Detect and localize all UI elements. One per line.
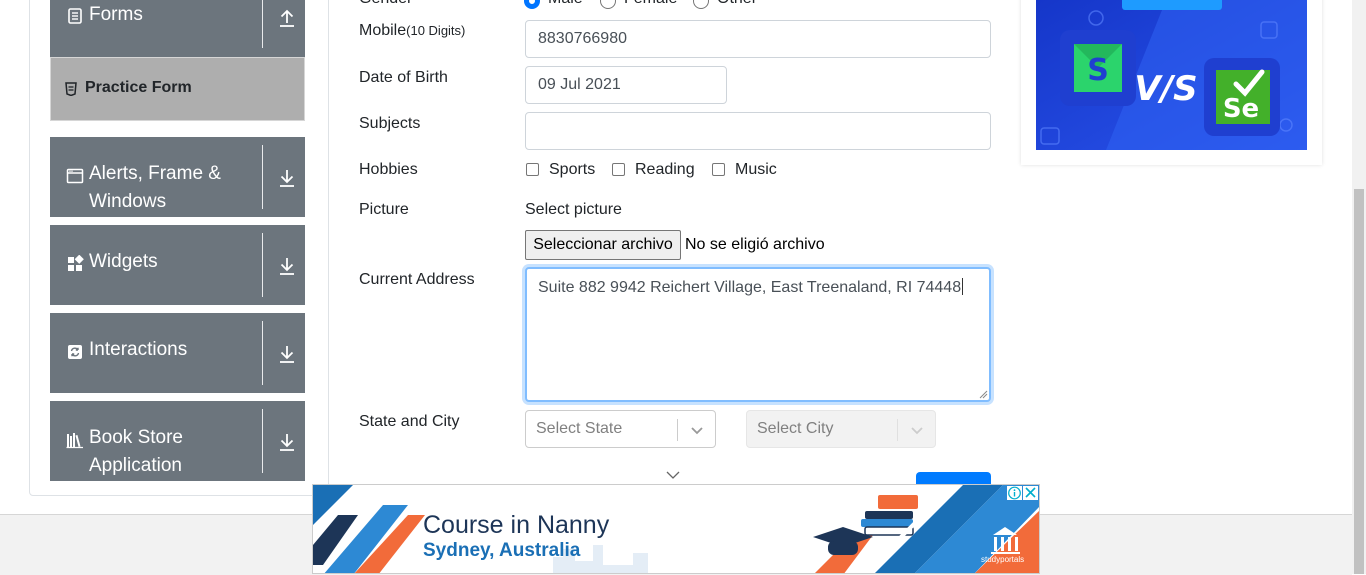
text-caret	[962, 278, 964, 295]
picture-label: Picture	[359, 201, 409, 218]
mobile-label-text: Mobile	[359, 22, 407, 39]
gender-option-label: Female	[624, 0, 677, 8]
ad-vs-text: V/S	[1134, 69, 1197, 109]
ad-info-icon[interactable]	[1007, 486, 1022, 500]
ad-logo-s: S	[1087, 53, 1109, 88]
divider	[262, 409, 263, 473]
dob-label: Date of Birth	[359, 69, 448, 86]
current-address-textarea[interactable]: Suite 882 9942 Reichert Village, East Tr…	[525, 267, 991, 402]
menu-group-book-store[interactable]: Book Store Application	[50, 401, 305, 481]
current-address-value: Suite 882 9942 Reichert Village, East Tr…	[538, 279, 962, 296]
ad-headline: Course in Nanny	[423, 511, 610, 539]
right-ad-banner[interactable]: S V/S Se	[1036, 0, 1307, 150]
expand-arrow-icon[interactable]	[278, 344, 296, 364]
menu-group-interactions[interactable]: Interactions	[50, 313, 305, 393]
expand-arrow-icon[interactable]	[278, 432, 296, 452]
bookstore-icon	[66, 431, 84, 449]
ad-brand-text: studyportals	[981, 555, 1025, 564]
expand-arrow-icon[interactable]	[278, 256, 296, 276]
state-select-placeholder: Select State	[536, 420, 623, 437]
divider	[262, 321, 263, 385]
menu-group-label: Application	[89, 455, 182, 476]
chevron-down-icon[interactable]	[666, 467, 680, 485]
bottom-ad-banner[interactable]: Course in Nanny Sydney, Australia studyp…	[312, 484, 1040, 574]
current-address-label: Current Address	[359, 271, 475, 288]
mobile-label: Mobile(10 Digits)	[359, 22, 465, 40]
ad-graphic: S V/S Se	[1036, 0, 1307, 150]
scrollbar-thumb[interactable]	[1354, 189, 1364, 574]
dob-input[interactable]: 09 Jul 2021	[525, 66, 727, 104]
sidebar-item-label: Practice Form	[85, 79, 192, 96]
state-select[interactable]: Select State	[525, 410, 716, 448]
window-icon	[66, 167, 84, 185]
hobby-option-label: Reading	[635, 161, 695, 178]
ad-close-icon[interactable]	[1023, 486, 1038, 500]
menu-group-label: Alerts, Frame &	[89, 163, 221, 184]
menu-group-label: Book Store	[89, 427, 183, 448]
gender-radio-male[interactable]	[524, 0, 540, 9]
menu-group-forms[interactable]: Forms	[50, 0, 305, 57]
ad-logo-se: Se	[1223, 94, 1259, 124]
collapse-arrow-icon[interactable]	[278, 8, 296, 28]
divider	[677, 419, 678, 441]
divider	[262, 233, 263, 297]
menu-group-widgets[interactable]: Widgets	[50, 225, 305, 305]
practice-form-icon	[65, 82, 77, 97]
state-city-label: State and City	[359, 413, 460, 430]
choose-file-button[interactable]: Seleccionar archivo	[525, 230, 681, 260]
chevron-down-icon[interactable]	[909, 422, 925, 438]
gender-radio-other[interactable]	[693, 0, 709, 9]
hobby-option-label: Sports	[549, 161, 596, 178]
mobile-input[interactable]: 8830766980	[525, 20, 991, 58]
interactions-icon	[66, 343, 84, 361]
resize-handle-icon[interactable]	[979, 390, 988, 399]
hobby-checkbox-sports[interactable]	[526, 163, 539, 176]
form-icon	[66, 7, 84, 25]
subjects-label: Subjects	[359, 115, 421, 132]
mobile-hint: (10 Digits)	[406, 23, 466, 38]
divider	[262, 145, 263, 209]
hobbies-label: Hobbies	[359, 161, 418, 178]
divider	[897, 419, 898, 441]
expand-arrow-icon[interactable]	[278, 168, 296, 188]
hobby-option-label: Music	[735, 161, 777, 178]
ad-subline: Sydney, Australia	[423, 540, 581, 561]
chevron-down-icon[interactable]	[689, 422, 705, 438]
select-picture-text: Select picture	[525, 201, 622, 218]
city-select-placeholder: Select City	[757, 420, 834, 437]
divider	[262, 0, 263, 48]
menu-group-label: Widgets	[89, 251, 158, 272]
sidebar-item-practice-form[interactable]: Practice Form	[50, 57, 305, 121]
hobby-checkbox-reading[interactable]	[612, 163, 625, 176]
subjects-input[interactable]	[525, 112, 991, 150]
menu-group-alerts-frame-windows[interactable]: Alerts, Frame & Windows	[50, 137, 305, 217]
city-select[interactable]: Select City	[746, 410, 936, 448]
gender-label: Gender	[359, 0, 412, 8]
menu-group-label: Forms	[89, 4, 143, 25]
widgets-icon	[66, 254, 84, 273]
menu-group-label: Interactions	[89, 339, 188, 360]
gender-radio-female[interactable]	[600, 0, 616, 9]
gender-option-label: Other	[717, 0, 757, 8]
gender-option-label: Male	[548, 0, 583, 8]
hobby-checkbox-music[interactable]	[712, 163, 725, 176]
no-file-chosen-text: No se eligió archivo	[685, 236, 825, 253]
menu-group-label: Windows	[89, 191, 167, 212]
